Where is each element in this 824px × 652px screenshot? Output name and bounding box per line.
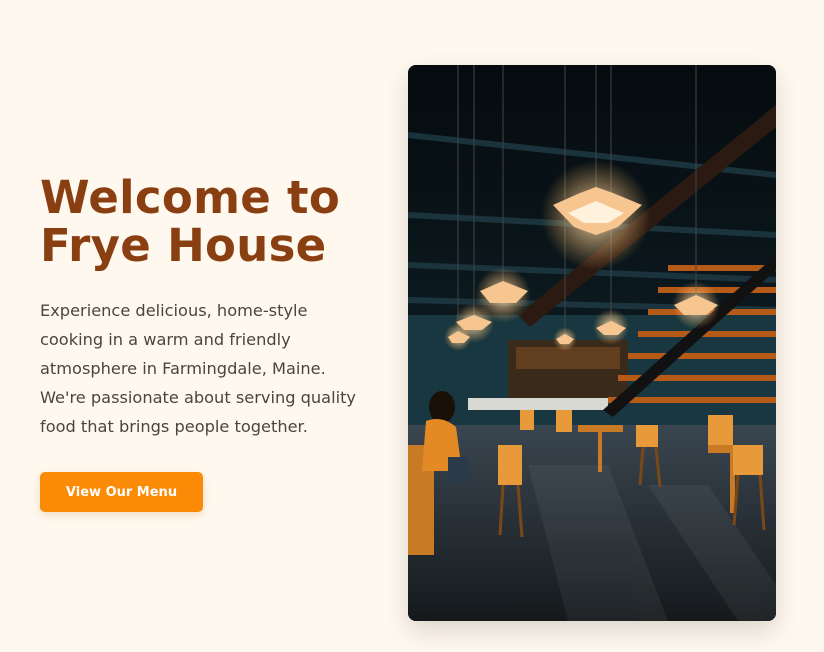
hero-title-line-1: Welcome to: [40, 171, 341, 224]
restaurant-interior-illustration: [408, 65, 776, 621]
hero-title-line-2: Frye House: [40, 219, 327, 272]
view-menu-button[interactable]: View Our Menu: [40, 472, 203, 512]
restaurant-interior-image: [408, 65, 776, 621]
hero-text-block: Welcome to Frye House Experience delicio…: [40, 174, 380, 441]
hero-title: Welcome to Frye House: [40, 174, 380, 270]
hero-description: Experience delicious, home-style cooking…: [40, 301, 356, 436]
